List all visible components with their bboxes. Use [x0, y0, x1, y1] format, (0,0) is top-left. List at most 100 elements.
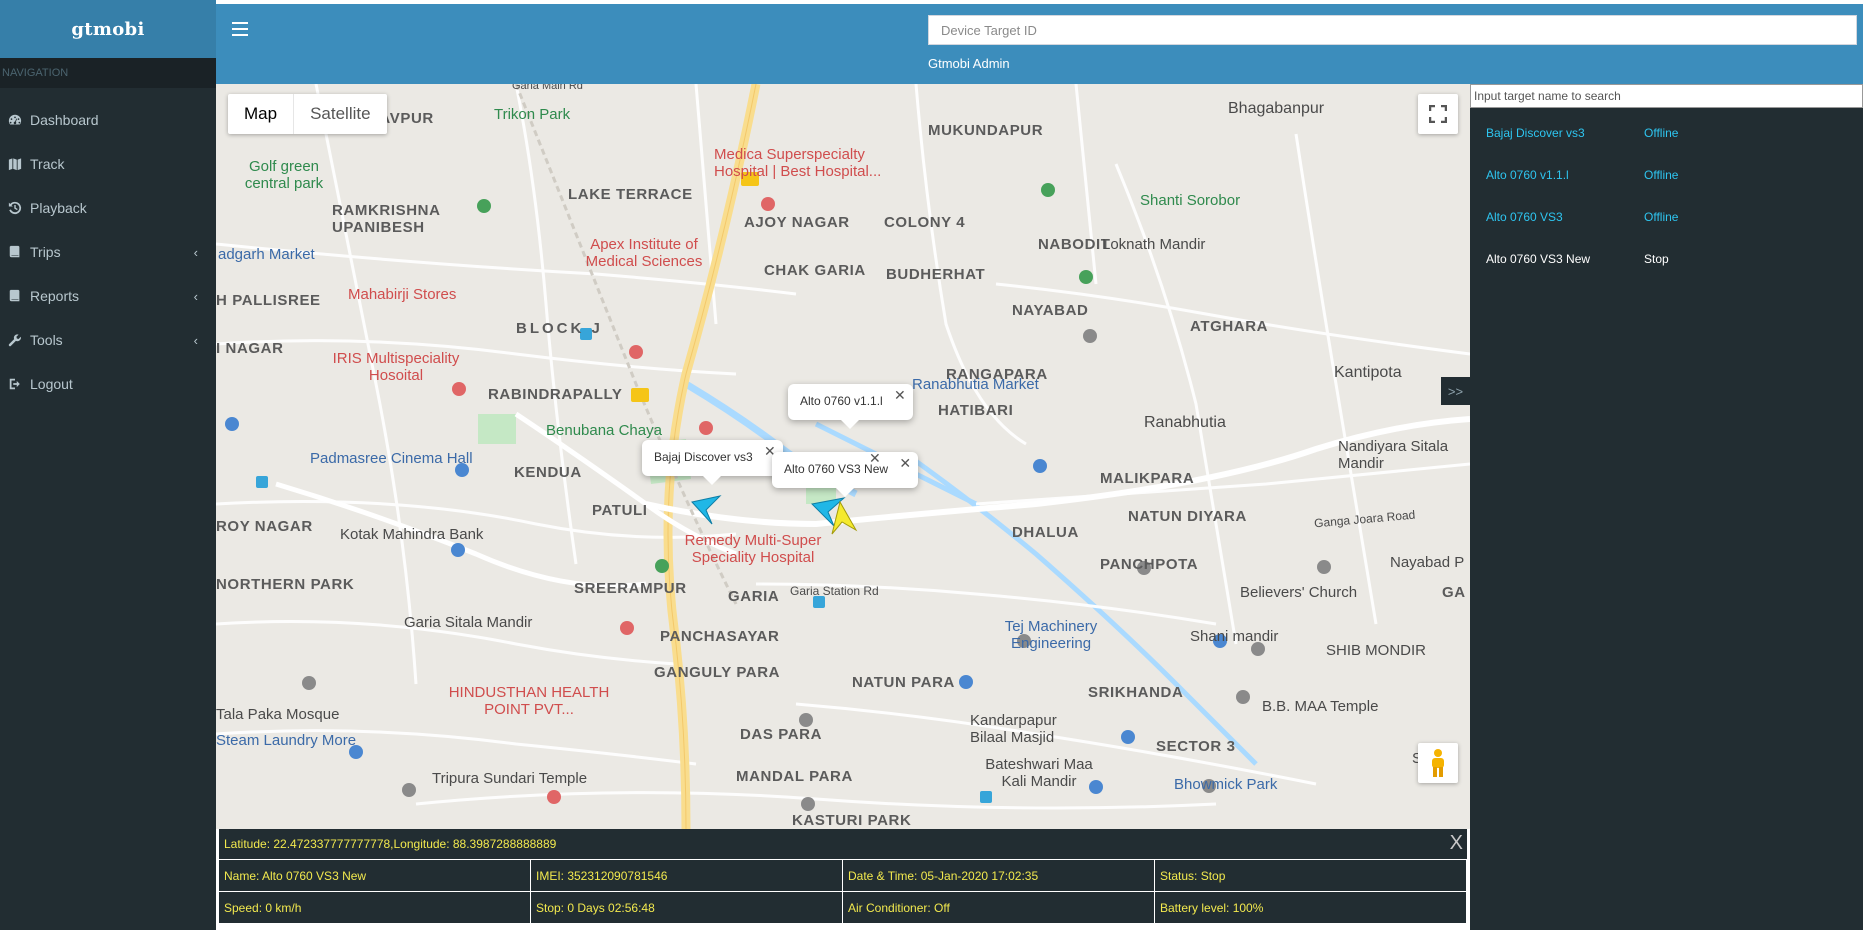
sidebar-item-tools[interactable]: Tools ‹ [0, 318, 216, 362]
chevron-left-icon: ‹ [193, 289, 198, 304]
map-label: Golf green central park [244, 158, 324, 192]
vehicle-status: Status: Stop [1155, 860, 1466, 891]
map-label: Apex Institute of Medical Sciences [585, 236, 703, 270]
popup-label: Alto 0760 v1.1.l [800, 394, 883, 408]
map-label: Believers' Church [1240, 584, 1358, 601]
map-label: Bhagabanpur [1228, 100, 1325, 117]
map-label: NORTHERN PARK [216, 576, 355, 593]
target-search-input[interactable] [1470, 84, 1863, 108]
map-label: KENDUA [514, 464, 582, 481]
map-label: BUDHERHAT [886, 266, 986, 283]
map-label: GA [1442, 584, 1466, 601]
nav-list: Dashboard Track Playback Trips ‹ Reports… [0, 88, 216, 406]
map-label: MALIKPARA [1100, 470, 1195, 487]
close-icon[interactable]: X [1450, 832, 1463, 855]
map-label: GARIA [728, 588, 780, 605]
nav-header: NAVIGATION [0, 58, 216, 88]
sidebar-item-label: Tools [30, 332, 63, 348]
map-canvas[interactable]: DAVPUR Trikon Park MUKUNDAPUR Bhagabanpu… [216, 84, 1470, 829]
vehicle-imei: IMEI: 352312090781546 [531, 860, 842, 891]
map-label: Garia Station Rd [790, 584, 879, 598]
map-label: Garia Main Rd [512, 84, 583, 92]
map-label: Kandarpapur Bilaal Masjid [970, 712, 1057, 746]
sidebar-item-label: Reports [30, 288, 80, 304]
target-row[interactable]: Alto 0760 VS3 New Stop [1486, 252, 1669, 272]
map-label: Tala Paka Mosque [216, 706, 340, 723]
map-label: MUKUNDAPUR [928, 122, 1044, 139]
vehicle-popup[interactable]: Alto 0760 v1.1.l ✕ [788, 384, 913, 429]
map-label: LAKE TERRACE [568, 186, 693, 203]
map-label: GANGULY PARA [654, 664, 781, 681]
map-label: RABINDRAPALLY [488, 386, 623, 403]
map-label: DHALUA [1012, 524, 1079, 541]
device-target-id-input[interactable] [928, 15, 1857, 45]
target-row[interactable]: Bajaj Discover vs3 Offline [1486, 126, 1678, 146]
sidebar-item-trips[interactable]: Trips ‹ [0, 230, 216, 274]
map-label: HINDUSTHAN HEALTH POINT PVT... [448, 684, 610, 718]
vehicle-battery: Battery level: 100% [1155, 892, 1466, 923]
vehicle-air-conditioner: Air Conditioner: Off [843, 892, 1154, 923]
vehicle-marker-bajaj-discover-vs3[interactable] [690, 494, 722, 526]
map-label: I NAGAR [216, 340, 284, 357]
map-label: Trikon Park [494, 106, 571, 123]
map-label: IRIS Multispeciality Hosoital [332, 350, 460, 384]
map-label: PATULI [592, 502, 648, 519]
sidebar-item-playback[interactable]: Playback [0, 186, 216, 230]
map-label: PANCHASAYAR [660, 628, 780, 645]
map-label: Bhowmick Park [1174, 776, 1278, 793]
map-label: NATUN DIYARA [1128, 508, 1247, 525]
sidebar-item-track[interactable]: Track [0, 142, 216, 186]
target-status: Offline [1644, 126, 1679, 140]
close-icon[interactable]: ✕ [869, 450, 881, 467]
close-icon[interactable]: ✕ [894, 387, 906, 404]
vehicle-speed: Speed: 0 km/h [219, 892, 530, 923]
map-label: SRIKHANDA [1088, 684, 1184, 701]
book-icon [4, 245, 26, 259]
map-label: Garia Sitala Mandir [404, 614, 533, 631]
vehicle-marker-alto-0760-vs3-new[interactable] [824, 500, 858, 536]
map-label: Kotak Mahindra Bank [340, 526, 484, 543]
sidebar-item-dashboard[interactable]: Dashboard [0, 98, 216, 142]
close-icon[interactable]: ✕ [899, 455, 911, 472]
map-label: Bateshwari Maa Kali Mandir [985, 756, 1093, 790]
map-label: Nayabad P [1390, 554, 1465, 571]
map-label: Medica Superspecialty Hospital | Best Ho… [714, 146, 882, 180]
map-label: HATIBARI [938, 402, 1014, 419]
fullscreen-button[interactable] [1418, 94, 1458, 134]
vehicle-popup[interactable]: Bajaj Discover vs3 ✕ [642, 440, 783, 485]
target-name: Alto 0760 VS3 New [1486, 252, 1591, 266]
map-type-map-button[interactable]: Map [228, 94, 293, 134]
map-label: KASTURI PARK [792, 812, 912, 829]
panel-collapse-button[interactable]: >> [1441, 377, 1470, 405]
map-type-control: Map Satellite [228, 94, 387, 134]
top-navbar: Gtmobi Admin [216, 4, 1863, 84]
vehicle-datetime: Date & Time: 05-Jan-2020 17:02:35 [843, 860, 1154, 891]
vehicle-popup[interactable]: Alto 0760 VS3 New ✕ [772, 452, 919, 497]
dashboard-icon [4, 113, 26, 127]
map-label: Tej Machinery Engineering [1004, 618, 1098, 652]
street-view-pegman-button[interactable] [1418, 743, 1458, 783]
map-label: Nandiyara Sitala Mandir [1338, 438, 1449, 472]
target-row[interactable]: Alto 0760 v1.1.l Offline [1486, 168, 1678, 188]
brand-logo[interactable]: gtmobi [0, 0, 216, 58]
target-name: Alto 0760 VS3 [1486, 210, 1563, 224]
target-status: Offline [1644, 210, 1679, 224]
map-label: Ranabhutia [1144, 414, 1226, 431]
map-label: ROY NAGAR [216, 518, 313, 535]
sidebar-item-logout[interactable]: Logout [0, 362, 216, 406]
target-status: Stop [1644, 252, 1669, 266]
menu-toggle-icon[interactable] [232, 22, 248, 36]
coordinates-bar: Latitude: 22.472337777777778,Longitude: … [219, 829, 1467, 859]
sidebar-item-label: Dashboard [30, 112, 99, 128]
target-name: Bajaj Discover vs3 [1486, 126, 1585, 140]
map-type-satellite-button[interactable]: Satellite [293, 94, 386, 134]
sidebar-item-reports[interactable]: Reports ‹ [0, 274, 216, 318]
user-menu[interactable]: Gtmobi Admin [928, 56, 1010, 71]
sidebar-item-label: Track [30, 156, 65, 172]
map-label: Shanti Sorobor [1140, 192, 1241, 209]
target-row[interactable]: Alto 0760 VS3 Offline [1486, 210, 1678, 230]
vehicle-stop-duration: Stop: 0 Days 02:56:48 [531, 892, 842, 923]
sign-out-icon [4, 377, 26, 391]
map-label: Ranabhutia Market [912, 376, 1039, 393]
map-label: PANCHPOTA [1100, 556, 1199, 573]
